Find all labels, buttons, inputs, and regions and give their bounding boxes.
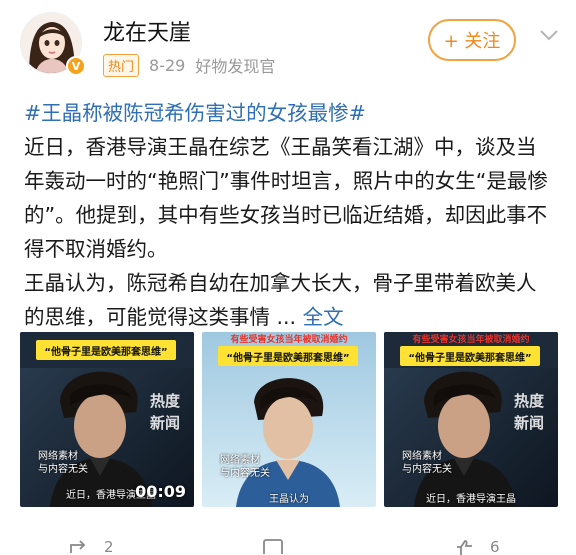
action-bar: 2 6 — [0, 538, 576, 555]
thumbnail-grid: “他骨子里是欧美那套思维” 热度 新闻 网络素材 与内容无关 近日，香港导演王晶… — [20, 332, 558, 507]
post-meta: 热门 8-29 好物发现官 — [103, 53, 275, 77]
comment-icon — [263, 539, 283, 554]
source-stamp: 网络素材 与内容无关 — [38, 451, 88, 475]
video-banner: “他骨子里是欧美那套思维” — [400, 346, 540, 366]
hot-news-stamp: 热度 新闻 — [149, 392, 180, 432]
repost-count: 2 — [104, 538, 114, 555]
repost-button[interactable]: 2 — [68, 538, 114, 555]
post-paragraph-1: 近日，香港导演王晶在综艺《王晶笑看江湖》中，谈及当年轰动一时的“艳照门”事件时坦… — [24, 135, 548, 261]
comment-button[interactable] — [262, 538, 298, 554]
video-banner: “他骨子里是欧美那套思维” — [218, 346, 358, 366]
like-count: 6 — [490, 538, 500, 555]
topic-link[interactable]: #王晶称被陈冠希伤害过的女孩最惨# — [24, 96, 554, 130]
video-banner: “他骨子里是欧美那套思维” — [36, 340, 176, 360]
username[interactable]: 龙在天崖 — [103, 15, 191, 47]
source-stamp: 网络素材 与内容无关 — [220, 455, 270, 479]
thumbs-up-icon — [457, 540, 472, 555]
video-banner-top: 有些受害女孩当年被取消婚约 — [230, 334, 348, 345]
image-thumbnail-2[interactable]: 有些受害女孩当年被取消婚约 “他骨子里是欧美那套思维” 网络素材 与内容无关 王… — [202, 332, 376, 507]
repost-icon — [70, 540, 86, 553]
post-paragraph-2: 王晶认为，陈冠希自幼在加拿大长大，骨子里带着欧美人的思维，可能觉得这类事情 ..… — [24, 271, 537, 329]
post-content: #王晶称被陈冠希伤害过的女孩最惨# 近日，香港导演王晶在综艺《王晶笑看江湖》中，… — [24, 96, 554, 334]
follow-button[interactable]: + 关注 — [428, 19, 516, 61]
like-button[interactable]: 6 — [454, 538, 500, 555]
verified-badge-icon: V — [66, 56, 86, 76]
chevron-down-icon[interactable] — [538, 24, 560, 46]
video-banner-top: 有些受害女孩当年被取消婚约 — [412, 334, 530, 345]
post-header: V 龙在天崖 热门 8-29 好物发现官 + 关注 — [0, 0, 576, 88]
post-date: 8-29 — [149, 55, 186, 75]
image-thumbnail-3[interactable]: 有些受害女孩当年被取消婚约 “他骨子里是欧美那套思维” 热度 新闻 网络素材 与… — [384, 332, 558, 507]
hot-news-stamp: 热度 新闻 — [513, 392, 544, 432]
video-duration: 00:09 — [135, 482, 186, 501]
video-caption: 近日，香港导演王晶 — [426, 494, 516, 505]
avatar[interactable]: V — [20, 12, 86, 78]
full-text-link[interactable]: 全文 — [303, 305, 344, 329]
source-stamp: 网络素材 与内容无关 — [402, 451, 452, 475]
post-source: 好物发现官 — [195, 57, 276, 76]
video-caption: 王晶认为 — [269, 494, 309, 505]
hot-tag: 热门 — [103, 53, 140, 77]
video-thumbnail-1[interactable]: “他骨子里是欧美那套思维” 热度 新闻 网络素材 与内容无关 近日，香港导演王晶… — [20, 332, 194, 507]
